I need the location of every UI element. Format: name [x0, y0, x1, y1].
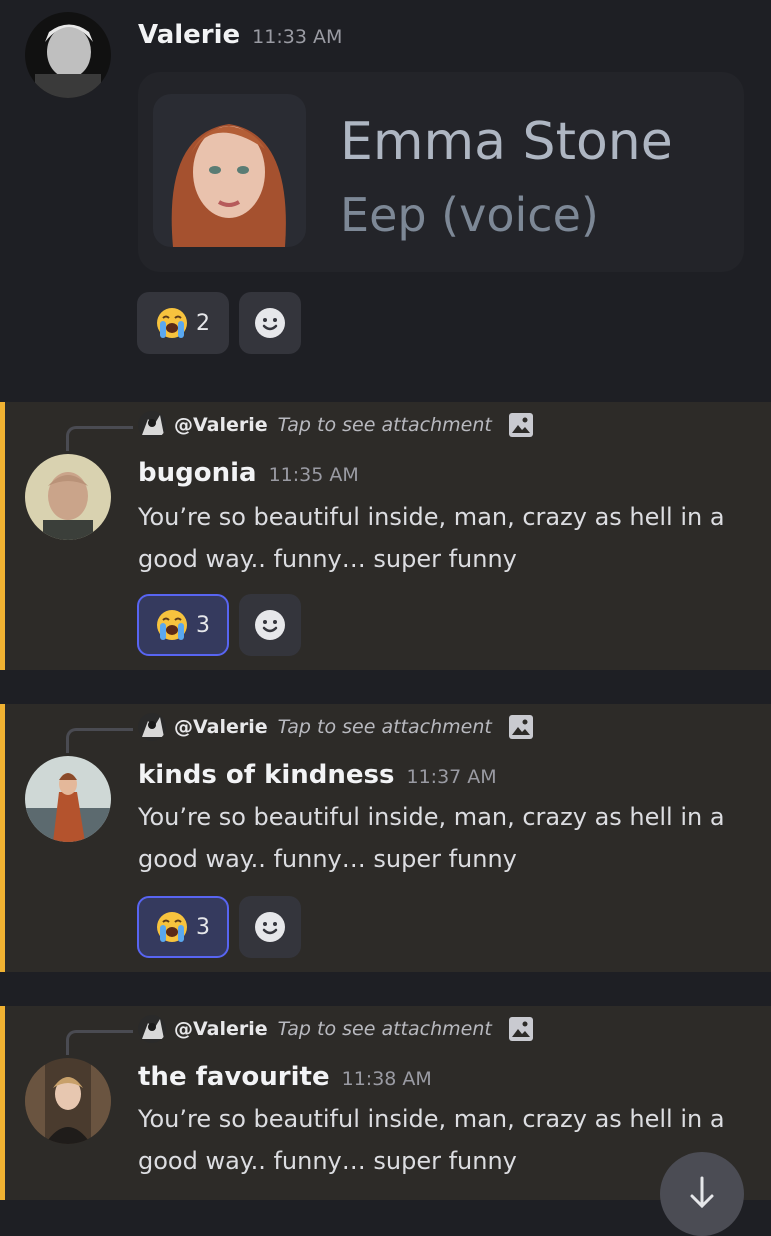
reactions-row: 3 [137, 896, 301, 958]
author-name[interactable]: bugonia [138, 458, 257, 488]
reply-preview[interactable]: @Valerie Tap to see attachment [138, 410, 534, 440]
reply-text[interactable]: Tap to see attachment [278, 414, 492, 436]
reply-spine [66, 1030, 133, 1055]
reaction-crying[interactable]: 3 [137, 896, 229, 958]
reply-text[interactable]: Tap to see attachment [278, 716, 492, 738]
loudly-crying-face-icon [156, 609, 188, 641]
reaction-count: 3 [196, 914, 210, 940]
message-author[interactable]: kinds of kindness 11:37 AM [138, 760, 497, 790]
voice-card-image [153, 94, 306, 247]
smiley-face-icon [254, 307, 286, 339]
loudly-crying-face-icon [156, 307, 188, 339]
reaction-count: 2 [196, 310, 210, 336]
author-name[interactable]: Valerie [138, 20, 240, 50]
message-author[interactable]: Valerie 11:33 AM [138, 20, 342, 50]
message-author[interactable]: the favourite 11:38 AM [138, 1062, 432, 1092]
avatar-the-favourite[interactable] [25, 1058, 111, 1144]
message-valerie: Valerie 11:33 AM Emma Stone Eep (voice) 2 [0, 0, 771, 402]
reply-username[interactable]: @Valerie [174, 414, 268, 436]
image-icon [508, 413, 533, 437]
message-body: You’re so beautiful inside, man, crazy a… [138, 803, 725, 873]
message-time: 11:37 AM [406, 766, 497, 788]
avatar-valerie[interactable] [25, 12, 111, 98]
message-body: You’re so beautiful inside, man, crazy a… [138, 1105, 725, 1175]
author-name[interactable]: the favourite [138, 1062, 330, 1092]
mention-bar [0, 402, 5, 670]
reply-username[interactable]: @Valerie [174, 1018, 268, 1040]
reply-spine [66, 426, 133, 451]
author-name[interactable]: kinds of kindness [138, 760, 395, 790]
reactions-row: 2 [137, 292, 301, 354]
reaction-count: 3 [196, 612, 210, 638]
scroll-to-bottom-button[interactable] [660, 1152, 744, 1236]
reply-spine [66, 728, 133, 753]
avatar-kinds-of-kindness[interactable] [25, 756, 111, 842]
voice-card-subtitle: Eep (voice) [340, 188, 599, 242]
reply-preview[interactable]: @Valerie Tap to see attachment [138, 1014, 534, 1044]
add-reaction-button[interactable] [239, 594, 301, 656]
image-icon [508, 1017, 533, 1041]
reply-avatar [138, 713, 166, 741]
reply-avatar [138, 411, 166, 439]
smiley-face-icon [254, 609, 286, 641]
message-kinds-of-kindness: @Valerie Tap to see attachment kinds of … [0, 704, 771, 972]
message-bugonia: @Valerie Tap to see attachment bugonia 11… [0, 402, 771, 670]
message-time: 11:35 AM [268, 464, 359, 486]
arrow-down-icon [690, 1176, 714, 1209]
reply-preview[interactable]: @Valerie Tap to see attachment [138, 712, 534, 742]
loudly-crying-face-icon [156, 911, 188, 943]
message-body: You’re so beautiful inside, man, crazy a… [138, 503, 725, 573]
reply-avatar [138, 1015, 166, 1043]
add-reaction-button[interactable] [239, 896, 301, 958]
message-the-favourite: @Valerie Tap to see attachment the favou… [0, 1006, 771, 1200]
avatar-bugonia[interactable] [25, 454, 111, 540]
reaction-crying[interactable]: 2 [137, 292, 229, 354]
smiley-face-icon [254, 911, 286, 943]
mention-bar [0, 704, 5, 972]
reactions-row: 3 [137, 594, 301, 656]
voice-card-title: Emma Stone [340, 112, 673, 172]
reply-text[interactable]: Tap to see attachment [278, 1018, 492, 1040]
mention-bar [0, 1006, 5, 1200]
reaction-crying[interactable]: 3 [137, 594, 229, 656]
message-time: 11:38 AM [341, 1068, 432, 1090]
reply-username[interactable]: @Valerie [174, 716, 268, 738]
image-icon [508, 715, 533, 739]
voice-card[interactable]: Emma Stone Eep (voice) [138, 72, 744, 272]
message-author[interactable]: bugonia 11:35 AM [138, 458, 359, 488]
message-time: 11:33 AM [252, 26, 343, 48]
add-reaction-button[interactable] [239, 292, 301, 354]
